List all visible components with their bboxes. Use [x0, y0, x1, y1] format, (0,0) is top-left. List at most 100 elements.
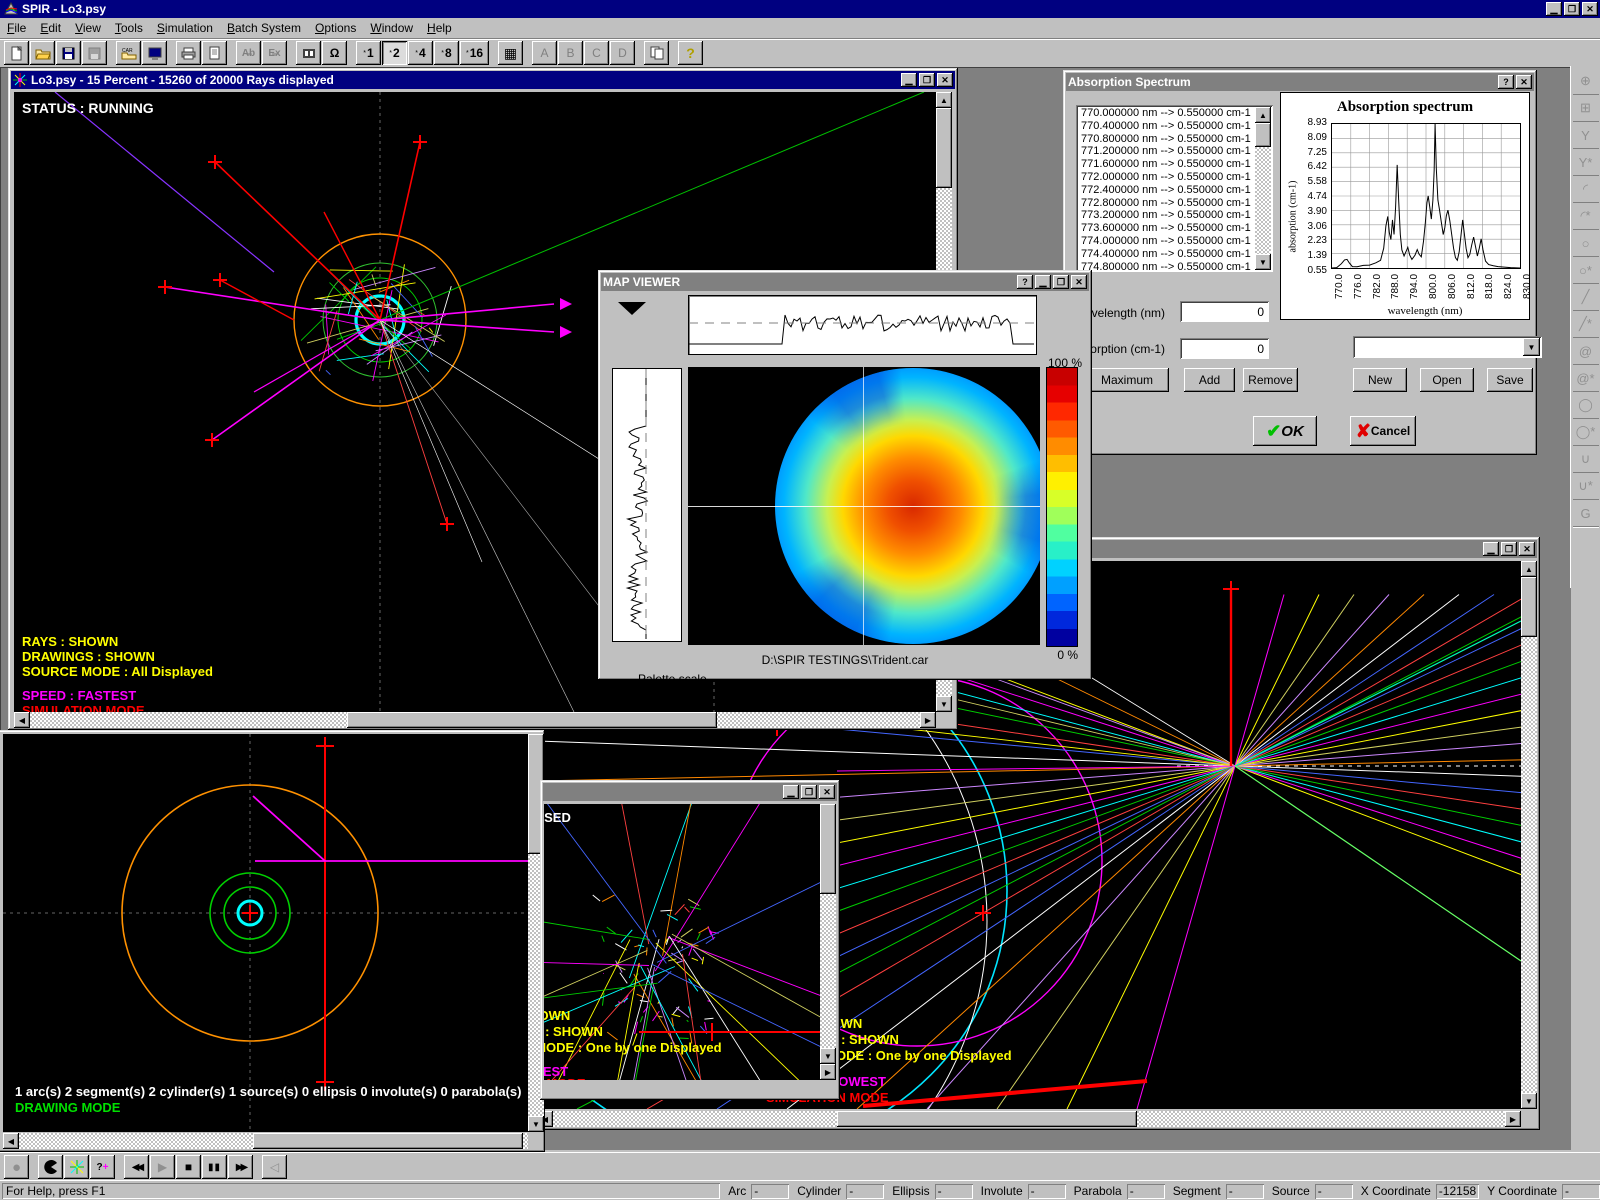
menu-item[interactable]: File — [0, 19, 33, 37]
save-all-button[interactable] — [82, 41, 107, 65]
drawing-tool-button[interactable]: ○ — [1573, 230, 1599, 257]
wavelength-list-item[interactable]: 773.600000 nm --> 0.550000 cm-1 — [1078, 222, 1255, 235]
emission-tool-button[interactable]: E̶x — [262, 41, 287, 65]
wavelength-list-item[interactable]: 774.400000 nm --> 0.550000 cm-1 — [1078, 248, 1255, 261]
wavelength-list-item[interactable]: 770.400000 nm --> 0.550000 cm-1 — [1078, 120, 1255, 133]
spectrum-file-combobox[interactable]: ▼ — [1353, 336, 1542, 358]
maximize-button[interactable]: ❐ — [1501, 542, 1517, 556]
menu-item[interactable]: View — [68, 19, 108, 37]
menu-item[interactable]: Window — [363, 19, 420, 37]
close-button[interactable]: ✕ — [1516, 75, 1532, 89]
scroll-down-button[interactable]: ▼ — [1521, 1093, 1537, 1109]
new-button[interactable]: New — [1353, 368, 1407, 392]
save-button[interactable]: Save — [1487, 368, 1533, 392]
view-c-button[interactable]: C — [584, 41, 609, 65]
help-button[interactable]: ? — [1498, 75, 1514, 89]
scroll-up-button[interactable]: ▲ — [1521, 561, 1537, 577]
print-preview-button[interactable] — [202, 41, 227, 65]
pause-button[interactable]: ▮▮ — [202, 1155, 227, 1179]
maximize-button[interactable]: ❐ — [919, 73, 935, 87]
print-button[interactable] — [176, 41, 201, 65]
scroll-down-button[interactable]: ▼ — [936, 696, 952, 712]
drawing-tool-button[interactable]: ◯* — [1573, 419, 1599, 446]
drawing-canvas[interactable]: 1 arc(s) 2 segment(s) 2 cylinder(s) 1 so… — [3, 734, 528, 1132]
wavelength-listbox[interactable]: 770.000000 nm --> 0.550000 cm-1770.40000… — [1076, 105, 1273, 272]
grid-button[interactable]: ▦ — [498, 41, 523, 65]
rewind-button[interactable]: ◀◀ — [124, 1155, 149, 1179]
menu-item[interactable]: Tools — [108, 19, 150, 37]
open-file-button[interactable] — [30, 41, 55, 65]
view-a-button[interactable]: A — [532, 41, 557, 65]
help-button[interactable]: ? — [1017, 275, 1033, 289]
minimize-button[interactable]: ▁ — [1035, 275, 1051, 289]
drawing-tool-button[interactable]: ∪* — [1573, 473, 1599, 500]
open-button[interactable]: Open — [1420, 368, 1474, 392]
scroll-down-button[interactable]: ▼ — [1255, 254, 1271, 270]
copy-button[interactable] — [644, 41, 669, 65]
query-ray-button[interactable]: ?+ — [90, 1155, 115, 1179]
wavelength-list-item[interactable]: 771.600000 nm --> 0.550000 cm-1 — [1078, 158, 1255, 171]
add-button[interactable]: Add — [1184, 368, 1235, 392]
minimize-button[interactable]: ▁ — [783, 785, 799, 799]
open-car-file-button[interactable]: CAR — [116, 41, 141, 65]
scroll-down-button[interactable]: ▼ — [820, 1048, 836, 1064]
absorption-tool-button[interactable]: A̶b — [236, 41, 261, 65]
close-button[interactable]: ✕ — [1582, 2, 1598, 16]
paused-window-title-bar[interactable]: ▁ ❐ ✕ — [543, 783, 837, 801]
rays-button[interactable] — [64, 1155, 89, 1179]
drawing-tool-button[interactable]: ◜* — [1573, 203, 1599, 230]
vertical-scrollbar[interactable]: ▼ ▶ — [820, 804, 836, 1080]
horizontal-scrollbar[interactable]: ◀ — [3, 1133, 528, 1149]
zoom-8-button[interactable]: *8 — [434, 41, 459, 65]
minimize-button[interactable]: ▁ — [1483, 542, 1499, 556]
vertical-scrollbar[interactable]: ▲ ▼ — [1521, 561, 1537, 1109]
beam-map-canvas[interactable] — [688, 367, 1040, 645]
absorption-input[interactable]: 0 — [1180, 338, 1269, 359]
film-button[interactable] — [296, 41, 321, 65]
view-b-button[interactable]: B — [558, 41, 583, 65]
close-button[interactable]: ✕ — [819, 785, 835, 799]
display-button[interactable] — [142, 41, 167, 65]
drawing-tool-button[interactable]: @* — [1573, 365, 1599, 392]
beam-button[interactable]: ● — [4, 1155, 29, 1179]
cancel-button[interactable]: ✘Cancel — [1350, 416, 1416, 446]
zoom-2-button[interactable]: *2 — [382, 41, 407, 65]
wavelength-list-item[interactable]: 773.200000 nm --> 0.550000 cm-1 — [1078, 209, 1255, 222]
zoom-16-button[interactable]: *16 — [460, 41, 489, 65]
fast-forward-button[interactable]: ▶▶ — [228, 1155, 253, 1179]
drawing-tool-button[interactable]: G — [1573, 500, 1599, 527]
map-viewer-title-bar[interactable]: MAP VIEWER ? ▁ ❐ ✕ — [601, 273, 1089, 291]
drawing-tool-button[interactable]: ∪ — [1573, 446, 1599, 473]
pacman-button[interactable] — [38, 1155, 63, 1179]
zoom-4-button[interactable]: *4 — [408, 41, 433, 65]
drawing-tool-button[interactable]: ◜ — [1573, 176, 1599, 203]
scroll-right-button[interactable]: ▶ — [920, 712, 936, 728]
menu-item[interactable]: Batch System — [220, 19, 308, 37]
drawing-tool-button[interactable]: ⊞ — [1573, 95, 1599, 122]
view-d-button[interactable]: D — [610, 41, 635, 65]
close-button[interactable]: ✕ — [1519, 542, 1535, 556]
wavelength-input[interactable]: 0 — [1180, 301, 1269, 322]
maximize-button[interactable]: ❐ — [1053, 275, 1069, 289]
drawing-tool-button[interactable]: Y* — [1573, 149, 1599, 176]
omega-button[interactable]: Ω — [322, 41, 347, 65]
ok-button[interactable]: ✔OK — [1253, 416, 1317, 446]
list-scrollbar[interactable]: ▲ ▼ — [1255, 107, 1271, 270]
scroll-up-button[interactable]: ▲ — [936, 92, 952, 108]
scroll-left-button[interactable]: ◀ — [3, 1133, 19, 1149]
drawing-tool-button[interactable]: ⊕ — [1573, 68, 1599, 95]
horizontal-scrollbar[interactable]: ◀ ▶ — [14, 712, 936, 728]
drawing-tool-button[interactable]: ╱* — [1573, 311, 1599, 338]
new-file-button[interactable] — [4, 41, 29, 65]
wavelength-list-item[interactable]: 771.200000 nm --> 0.550000 cm-1 — [1078, 145, 1255, 158]
scroll-right-button[interactable]: ▶ — [820, 1064, 836, 1080]
help-button[interactable]: ? — [678, 41, 703, 65]
map-dropdown-button[interactable] — [618, 302, 646, 315]
sound-button[interactable]: ◁ — [262, 1155, 287, 1179]
paused-ray-canvas[interactable]: STATUS : PAUSED RAYS : SHOWN DRAWINGS : … — [544, 804, 820, 1080]
dialog-title-bar[interactable]: Absorption Spectrum ? ✕ — [1066, 73, 1534, 91]
play-button[interactable]: ▶ — [150, 1155, 175, 1179]
maximize-button[interactable]: ❐ — [1564, 2, 1580, 16]
menu-item[interactable]: Simulation — [150, 19, 220, 37]
wavelength-list-item[interactable]: 774.800000 nm --> 0.550000 cm-1 — [1078, 261, 1255, 270]
